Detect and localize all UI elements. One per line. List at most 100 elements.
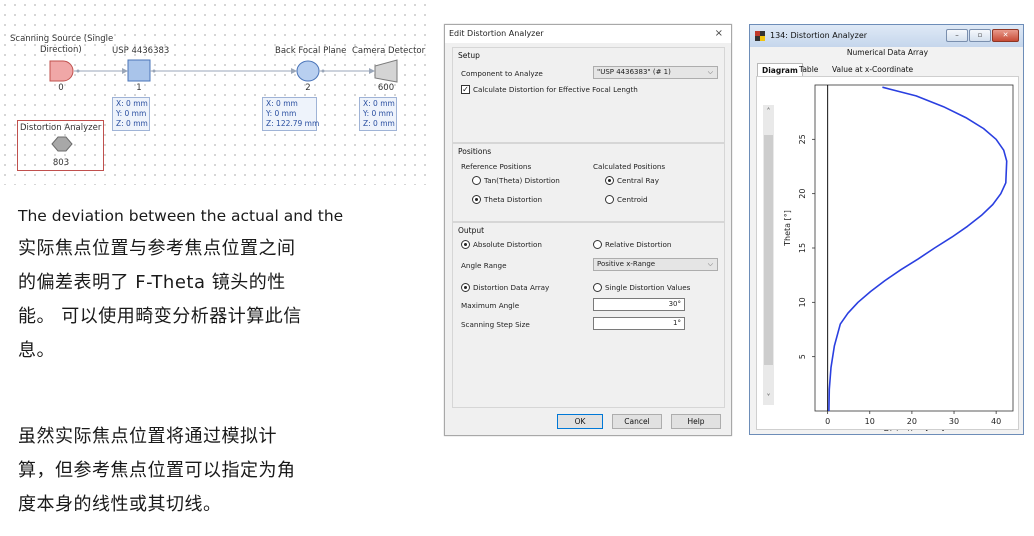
source-number: 0 [58,83,64,93]
y-tick-label: 5 [798,354,807,359]
data-array-label: Distortion Data Array [473,283,550,292]
step-size-label: Scanning Step Size [461,320,530,329]
zh2-line-1: 虽然实际焦点位置将通过模拟计 [18,426,277,447]
y-axis-label: Theta [°] [783,210,792,247]
camera-pos-x: X: 0 mm [363,99,395,108]
camera-pos-z: Z: 0 mm [363,119,395,128]
zh1-line-1: 实际焦点位置与参考焦点位置之间 [18,238,296,259]
x-axis-label: Distortion [µm] [884,429,945,431]
component-dropdown[interactable]: "USP 4436383" (# 1) ⌵ [593,66,718,79]
cancel-button[interactable]: Cancel [612,414,662,429]
plot-frame [814,84,1014,412]
positions-group: Positions Reference Positions Calculated… [452,143,725,222]
x-tick-label: 0 [825,417,830,426]
central-ray-label: Central Ray [617,176,659,185]
scanning-source-shape [49,60,74,82]
bfp-pos-x: X: 0 mm [266,99,298,108]
central-ray-radio[interactable] [605,176,614,185]
dialog-titlebar: Edit Distortion Analyzer × [445,25,731,43]
bfp-position-box: X: 0 mm Y: 0 mm Z: 122.79 mm [262,97,320,131]
zh2-line-2: 算，但参考焦点位置可以指定为角 [18,460,296,481]
chevron-down-icon: ⌵ [707,260,713,268]
angle-range-value: Positive x-Range [597,260,656,268]
maximize-icon[interactable]: ▫ [969,29,991,42]
bfp-pos-y: Y: 0 mm [266,109,297,118]
bfp-pos-z: Z: 122.79 mm [266,119,320,128]
calc-efl-label: Calculate Distortion for Effective Focal… [473,85,638,94]
component-label: Component to Analyze [461,69,543,78]
help-button[interactable]: Help [671,414,721,429]
data-array-radio[interactable] [461,283,470,292]
tab-table[interactable]: Table [795,63,822,76]
relative-distortion-label: Relative Distortion [605,240,672,249]
lens-number: 1 [136,83,142,93]
y-tick-label: 15 [798,243,807,253]
chart-area: ˄ ˅ 010203040510152025Distortion [µm]The… [756,76,1019,431]
x-tick-label: 30 [949,417,959,426]
single-values-radio[interactable] [593,283,602,292]
camera-pos-y: Y: 0 mm [363,109,394,118]
zh1-line-3: 能。 可以使用畸变分析器计算此信 [18,306,302,327]
setup-group: Setup Component to Analyze "USP 4436383"… [452,47,725,143]
analyzer-label: Distortion Analyzer [20,123,102,133]
y-tick-label: 10 [798,297,807,307]
absolute-distortion-radio[interactable] [461,240,470,249]
tab-value-at-x[interactable]: Value at x-Coordinate [828,63,917,76]
lens-pos-y: Y: 0 mm [116,109,147,118]
max-angle-input[interactable]: 30° [593,298,685,311]
y-tick-label: 20 [798,189,807,199]
distortion-analyzer-window: 134: Distortion Analyzer – ▫ ✕ Numerical… [749,24,1024,435]
zh1-line-4: 息。 [18,340,55,361]
positions-title: Positions [458,147,492,156]
distortion-series-line [828,86,1008,412]
bfp-number: 2 [305,83,311,93]
ref-positions-header: Reference Positions [461,162,532,171]
centroid-label: Centroid [617,195,648,204]
absolute-distortion-label: Absolute Distortion [473,240,542,249]
max-angle-label: Maximum Angle [461,301,520,310]
setup-title: Setup [458,51,480,60]
bfp-shape [296,60,320,82]
centroid-radio[interactable] [605,195,614,204]
minimize-icon[interactable]: – [946,29,968,42]
analyzer-number: 803 [52,158,70,168]
zh1-line-2: 的偏差表明了 F-Theta 镜头的性 [18,272,286,293]
tan-theta-radio[interactable] [472,176,481,185]
close-icon[interactable]: × [715,25,723,43]
chinese-paragraph-1: 实际焦点位置与参考焦点位置之间 的偏差表明了 F-Theta 镜头的性 能。 可… [18,232,418,368]
component-value: "USP 4436383" (# 1) [597,68,671,76]
relative-distortion-radio[interactable] [593,240,602,249]
y-tick-label: 25 [798,134,807,144]
calc-efl-checkbox[interactable]: ✓ [461,85,470,94]
angle-range-dropdown[interactable]: Positive x-Range ⌵ [593,258,718,271]
step-size-input[interactable]: 1° [593,317,685,330]
zh2-line-3: 度本身的线性或其切线。 [18,494,222,515]
english-caption: The deviation between the actual and the [18,207,344,225]
camera-position-box: X: 0 mm Y: 0 mm Z: 0 mm [359,97,397,131]
close-window-icon[interactable]: ✕ [992,29,1019,42]
optical-system-diagram: Scanning Source (Single Direction) USP 4… [0,0,430,185]
calc-positions-header: Calculated Positions [593,162,666,171]
single-values-label: Single Distortion Values [605,283,691,292]
x-tick-label: 40 [991,417,1001,426]
angle-range-label: Angle Range [461,261,507,270]
edit-distortion-analyzer-dialog: Edit Distortion Analyzer × Setup Compone… [444,24,732,436]
theta-radio[interactable] [472,195,481,204]
app-icon [755,31,765,41]
output-title: Output [458,226,485,235]
chevron-down-icon: ⌵ [707,68,713,76]
lens-position-box: X: 0 mm Y: 0 mm Z: 0 mm [112,97,150,131]
dialog-title: Edit Distortion Analyzer [449,29,544,38]
x-tick-label: 20 [907,417,917,426]
ok-button[interactable]: OK [557,414,603,429]
chinese-paragraph-2: 虽然实际焦点位置将通过模拟计 算，但参考焦点位置可以指定为角 度本身的线性或其切… [18,420,418,522]
lens-shape [127,59,151,82]
analyzer-title: 134: Distortion Analyzer [770,31,868,40]
x-tick-label: 10 [865,417,875,426]
theta-label: Theta Distortion [484,195,543,204]
lens-pos-z: Z: 0 mm [116,119,148,128]
camera-number: 600 [377,83,395,93]
analyzer-subtitle: Numerical Data Array [846,48,929,57]
distortion-chart: 0 10 20 30 40 5 10 15 20 25 Distortion [µm] Theta [… [783,84,1014,431]
lens-pos-x: X: 0 mm [116,99,148,108]
